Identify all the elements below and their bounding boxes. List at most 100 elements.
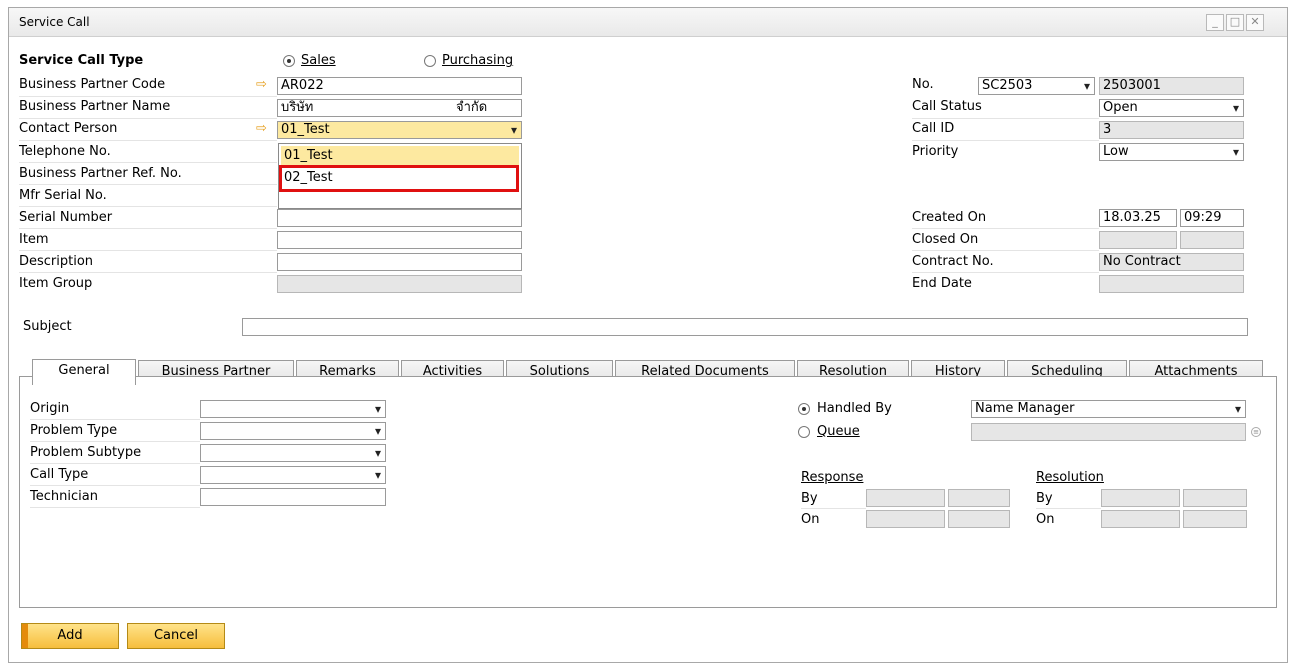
type-sales-label[interactable]: Sales xyxy=(301,53,336,68)
row-separator xyxy=(30,485,200,486)
created-date-field[interactable]: 18.03.25 xyxy=(1099,209,1177,227)
row-separator xyxy=(19,140,277,141)
row-separator xyxy=(912,118,1099,119)
tab-general[interactable]: General xyxy=(32,359,136,385)
priority-select[interactable]: Low xyxy=(1099,143,1244,161)
series-select[interactable]: SC2503 xyxy=(978,77,1095,95)
origin-select[interactable] xyxy=(200,400,386,418)
contact-person-select[interactable]: 01_Test xyxy=(277,121,522,139)
row-separator xyxy=(1036,508,1101,509)
queue-label[interactable]: Queue xyxy=(817,424,860,439)
call-status-select[interactable]: Open xyxy=(1099,99,1244,117)
response-label: Response xyxy=(801,470,864,485)
response-on-date xyxy=(866,510,945,528)
priority-label: Priority xyxy=(912,144,959,159)
type-purchasing-label[interactable]: Purchasing xyxy=(442,53,513,68)
bp-name-part2: จำกัด xyxy=(456,100,488,115)
call-id-field: 3 xyxy=(1099,121,1244,139)
button-accent xyxy=(22,624,28,648)
resolution-by-label: By xyxy=(1036,491,1053,506)
minimize-icon[interactable]: _ xyxy=(1206,14,1224,31)
add-button-label: Add xyxy=(57,628,83,643)
row-separator xyxy=(19,228,277,229)
title-bar: Service Call _ □ ✕ xyxy=(9,8,1287,37)
response-by-date xyxy=(866,489,945,507)
end-date-label: End Date xyxy=(912,276,972,291)
row-separator xyxy=(19,206,277,207)
row-separator xyxy=(30,507,200,508)
handled-by-select[interactable]: Name Manager xyxy=(971,400,1246,418)
description-field[interactable] xyxy=(277,253,522,271)
row-separator xyxy=(19,272,277,273)
row-separator xyxy=(912,250,1099,251)
row-separator xyxy=(30,441,200,442)
row-separator xyxy=(801,508,866,509)
maximize-icon[interactable]: □ xyxy=(1226,14,1244,31)
created-time-field[interactable]: 09:29 xyxy=(1180,209,1244,227)
problem-subtype-select[interactable] xyxy=(200,444,386,462)
subject-label: Subject xyxy=(23,319,72,334)
item-field[interactable] xyxy=(277,231,522,249)
add-button[interactable]: Add xyxy=(21,623,119,649)
row-separator xyxy=(912,228,1099,229)
closed-on-label: Closed On xyxy=(912,232,979,247)
problem-type-label: Problem Type xyxy=(30,423,118,438)
description-label: Description xyxy=(19,254,94,269)
resolution-on-time xyxy=(1183,510,1247,528)
technician-label: Technician xyxy=(30,489,98,504)
bp-name-label: Business Partner Name xyxy=(19,99,171,114)
contract-no-field: No Contract xyxy=(1099,253,1244,271)
closed-time-field xyxy=(1180,231,1244,249)
bp-code-field[interactable]: AR022 xyxy=(277,77,522,95)
subject-field[interactable] xyxy=(242,318,1248,336)
contract-no-label: Contract No. xyxy=(912,254,994,269)
response-by-time xyxy=(948,489,1010,507)
row-separator xyxy=(19,118,277,119)
link-arrow-icon[interactable]: ⇨ xyxy=(256,77,267,92)
type-purchasing-radio[interactable] xyxy=(424,55,436,67)
technician-field[interactable] xyxy=(200,488,386,506)
document-number-field: 2503001 xyxy=(1099,77,1244,95)
handled-by-label[interactable]: Handled By xyxy=(817,401,892,416)
resolution-on-date xyxy=(1101,510,1180,528)
problem-type-select[interactable] xyxy=(200,422,386,440)
dropdown-option-01[interactable]: 01_Test xyxy=(281,146,519,166)
call-type-label: Call Type xyxy=(30,467,89,482)
handled-by-radio[interactable] xyxy=(798,403,810,415)
close-icon[interactable]: ✕ xyxy=(1246,14,1264,31)
service-call-type-label: Service Call Type xyxy=(19,53,144,68)
row-separator xyxy=(19,184,277,185)
cancel-button[interactable]: Cancel xyxy=(127,623,225,649)
row-separator xyxy=(30,463,200,464)
link-arrow-icon[interactable]: ⇨ xyxy=(256,121,267,136)
item-group-label: Item Group xyxy=(19,276,93,291)
origin-label: Origin xyxy=(30,401,70,416)
serial-number-label: Serial Number xyxy=(19,210,113,225)
mfr-serial-label: Mfr Serial No. xyxy=(19,188,107,203)
item-label: Item xyxy=(19,232,49,247)
call-id-label: Call ID xyxy=(912,121,955,136)
telephone-label: Telephone No. xyxy=(19,144,111,159)
bp-name-field[interactable]: บริษัท จำกัด xyxy=(277,99,522,117)
queue-radio[interactable] xyxy=(798,426,810,438)
resolution-by-time xyxy=(1183,489,1247,507)
response-on-label: On xyxy=(801,512,820,527)
row-separator xyxy=(19,250,277,251)
call-status-label: Call Status xyxy=(912,99,982,114)
window-title: Service Call xyxy=(19,15,90,29)
type-sales-radio[interactable] xyxy=(283,55,295,67)
serial-number-field[interactable] xyxy=(277,209,522,227)
list-icon[interactable]: ≡ xyxy=(1251,427,1261,437)
row-separator xyxy=(912,140,1099,141)
call-type-select[interactable] xyxy=(200,466,386,484)
response-on-time xyxy=(948,510,1010,528)
service-call-window: Service Call _ □ ✕ Service Call Type Sal… xyxy=(8,7,1288,663)
created-on-label: Created On xyxy=(912,210,987,225)
bp-name-part1: บริษัท xyxy=(281,100,314,115)
end-date-field xyxy=(1099,275,1244,293)
problem-subtype-label: Problem Subtype xyxy=(30,445,142,460)
queue-field xyxy=(971,423,1246,441)
bp-ref-label: Business Partner Ref. No. xyxy=(19,166,182,181)
response-by-label: By xyxy=(801,491,818,506)
row-separator xyxy=(30,419,200,420)
